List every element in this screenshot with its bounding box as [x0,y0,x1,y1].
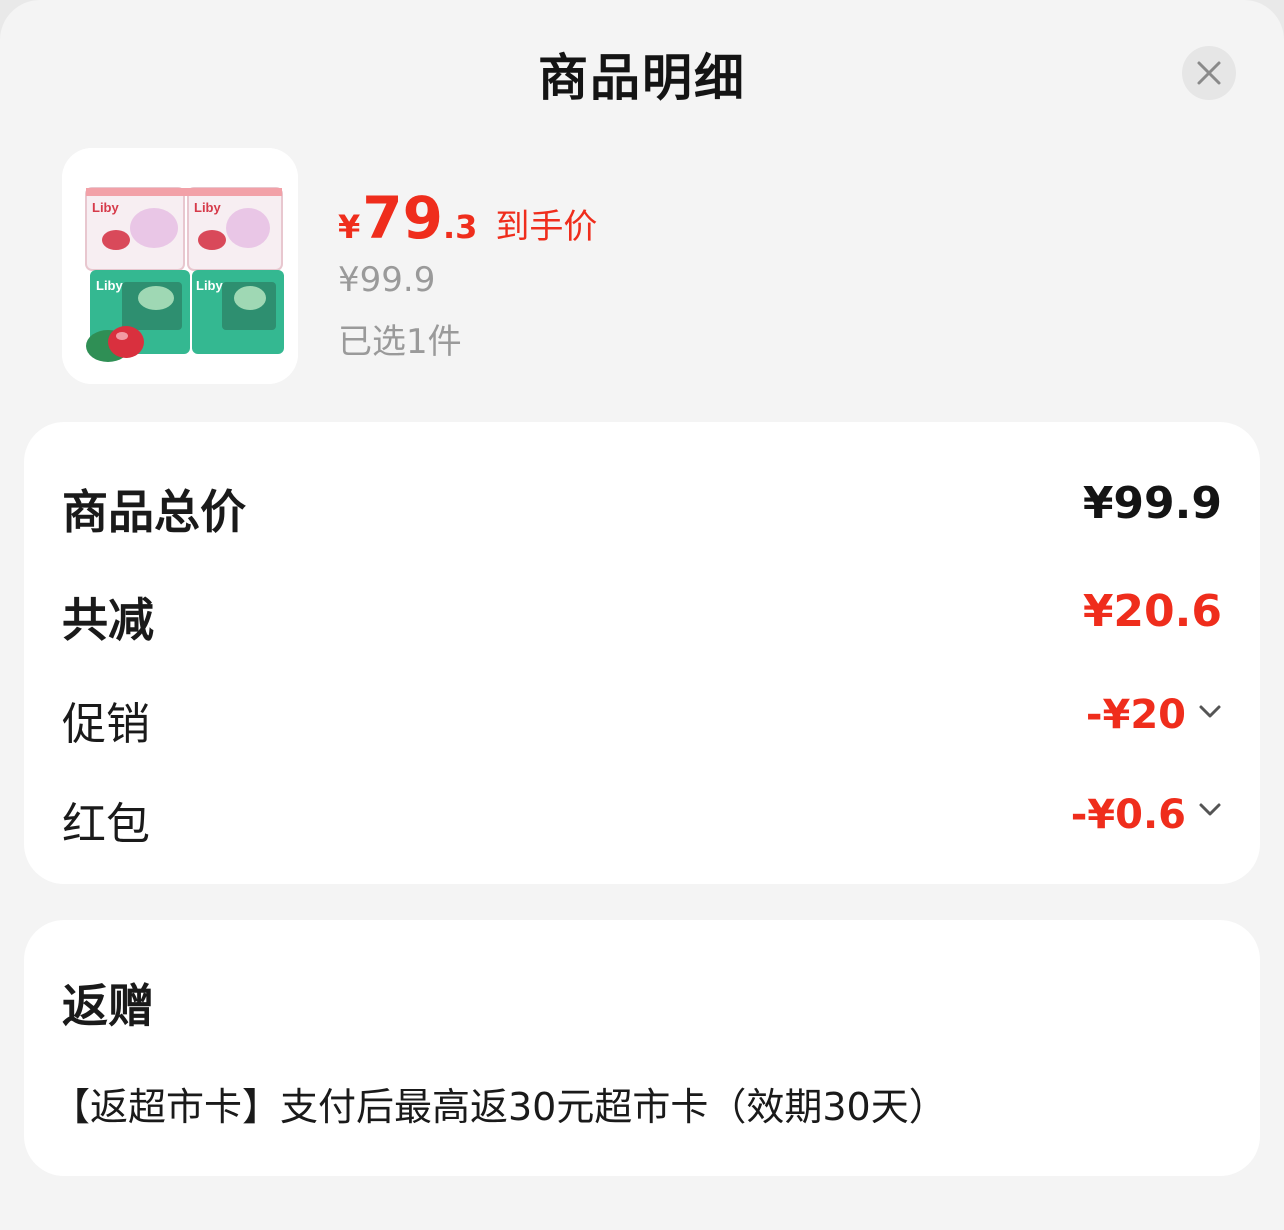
total-price-label: 商品总价 [62,485,246,539]
gift-description: 【返超市卡】支付后最高返30元超市卡（效期30天） [52,1085,947,1129]
promo-expand-button[interactable] [1196,698,1224,726]
discount-total-value: ¥20.6 [1082,586,1222,637]
svg-text:Liby: Liby [194,200,221,215]
selected-count: 已选1件 [338,322,462,362]
product-detail-sheet: 商品明细 Liby Liby Liby Liby ¥ 79 .3 到手价 ¥99… [0,0,1284,1230]
page-title: 商品明细 [538,49,746,107]
product-image[interactable]: Liby Liby Liby Liby [62,148,298,384]
discount-total-label: 共减 [62,593,154,647]
price-decimal: .3 [442,208,478,246]
close-button[interactable] [1182,46,1236,100]
close-icon [1197,61,1221,85]
price-integer: 79 [362,184,443,252]
total-price-value: ¥99.9 [1082,478,1222,529]
final-price: ¥ 79 .3 到手价 [338,184,597,252]
price-tag: 到手价 [495,207,598,247]
svg-text:Liby: Liby [92,200,119,215]
product-illustration: Liby Liby Liby Liby [62,148,298,384]
redpacket-expand-button[interactable] [1196,796,1224,824]
svg-text:Liby: Liby [96,278,123,293]
chevron-down-icon [1199,705,1221,718]
redpacket-value[interactable]: -¥0.6 [1071,792,1186,838]
gift-card: 返赠 【返超市卡】支付后最高返30元超市卡（效期30天） [24,920,1260,1176]
svg-text:Liby: Liby [196,278,223,293]
redpacket-label: 红包 [62,799,150,850]
promo-value[interactable]: -¥20 [1086,692,1186,738]
original-price: ¥99.9 [338,260,436,300]
price-symbol: ¥ [338,208,361,246]
chevron-down-icon [1199,803,1221,816]
price-summary-card: 商品总价 ¥99.9 共减 ¥20.6 促销 -¥20 红包 -¥0.6 [24,422,1260,884]
promo-label: 促销 [62,699,150,750]
gift-title: 返赠 [62,979,154,1033]
